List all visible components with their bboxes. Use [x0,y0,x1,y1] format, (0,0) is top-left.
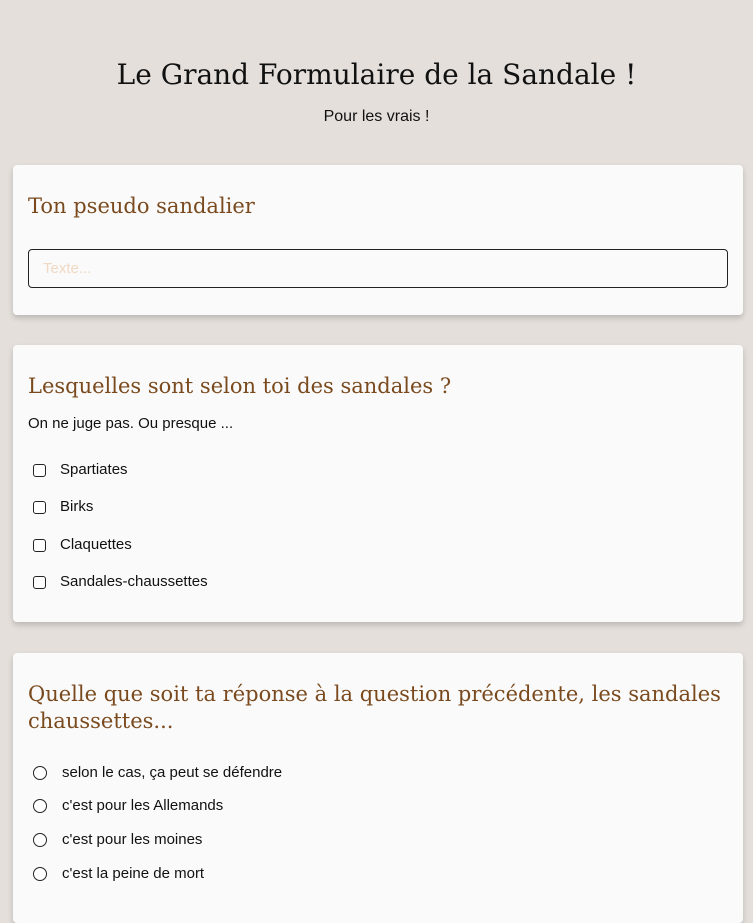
question-title: Quelle que soit ta réponse à la question… [28,682,721,733]
option-label: selon le cas, ça peut se défendre [62,764,283,781]
option-birks[interactable]: Birks [33,497,93,517]
option-label: c'est la peine de mort [62,865,205,882]
radio-button[interactable] [33,799,47,813]
option-claquettes[interactable]: Claquettes [33,535,132,555]
question-title: Ton pseudo sandalier [28,194,255,218]
option-allemands[interactable]: c'est pour les Allemands [33,796,223,816]
checkbox[interactable] [33,500,46,514]
option-peine-de-mort[interactable]: c'est la peine de mort [33,864,204,884]
checkbox[interactable] [33,538,46,552]
option-moines[interactable]: c'est pour les moines [33,830,202,850]
option-se-defendre[interactable]: selon le cas, ça peut se défendre [33,763,282,783]
option-label: Claquettes [60,536,132,553]
question-card-chaussettes: Quelle que soit ta réponse à la question… [13,653,743,923]
page-title: Le Grand Formulaire de la Sandale ! [116,58,637,91]
option-label: c'est pour les moines [62,831,203,848]
option-label: c'est pour les Allemands [62,797,224,814]
question-card-pseudo: Ton pseudo sandalier [13,165,743,315]
option-label: Sandales-chaussettes [60,573,208,590]
checkbox[interactable] [33,575,46,589]
page-subtitle: Pour les vrais ! [323,108,430,125]
radio-button[interactable] [33,833,47,847]
option-sandales-chaussettes[interactable]: Sandales-chaussettes [33,572,208,592]
option-spartiates[interactable]: Spartiates [33,460,128,480]
checkbox[interactable] [33,463,46,477]
question-title: Lesquelles sont selon toi des sandales ? [28,374,452,398]
question-description: On ne juge pas. Ou presque ... [28,415,234,432]
radio-button[interactable] [33,867,47,881]
pseudo-input[interactable] [28,249,728,288]
option-label: Birks [60,498,94,515]
option-label: Spartiates [60,461,128,478]
radio-button[interactable] [33,766,47,780]
question-card-sandales: Lesquelles sont selon toi des sandales ?… [13,345,743,622]
